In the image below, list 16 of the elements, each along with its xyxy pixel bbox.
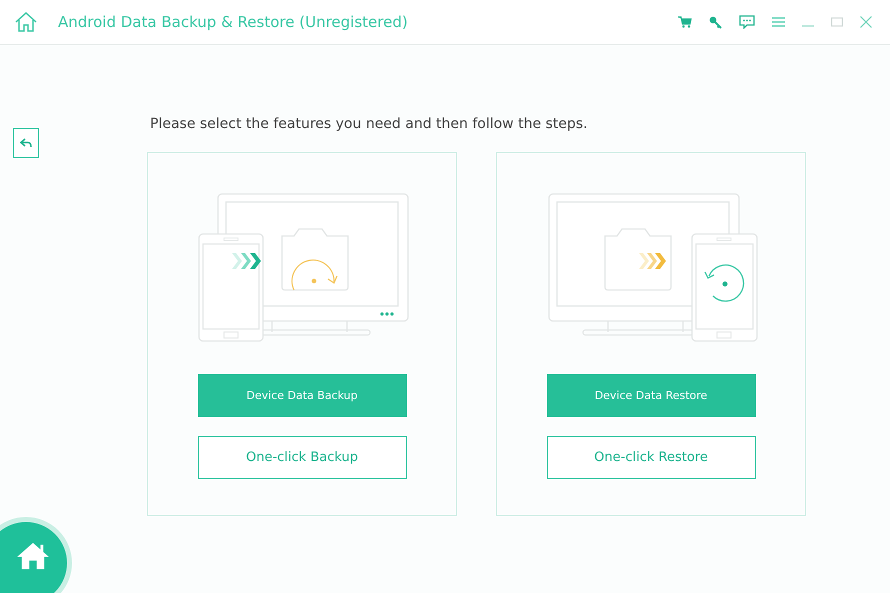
maximize-icon[interactable] xyxy=(831,17,843,27)
cart-icon[interactable] xyxy=(678,16,692,28)
instruction-text: Please select the features you need and then follow the steps. xyxy=(150,115,588,133)
primary-action-button[interactable]: Device Data Restore xyxy=(546,374,756,417)
menu-icon[interactable] xyxy=(772,17,785,27)
secondary-action-button[interactable]: One-click Backup xyxy=(198,436,406,479)
back-arrow-icon xyxy=(20,138,32,148)
key-icon[interactable] xyxy=(709,16,722,28)
chat-icon[interactable] xyxy=(739,15,755,29)
back-button[interactable] xyxy=(13,128,39,158)
secondary-action-button[interactable]: One-click Restore xyxy=(546,436,756,479)
home-icon[interactable] xyxy=(14,11,38,33)
house-icon xyxy=(16,542,50,570)
close-icon[interactable] xyxy=(860,16,872,28)
primary-action-button[interactable]: Device Data Backup xyxy=(198,374,406,417)
window-title: Android Data Backup & Restore (Unregistered) xyxy=(58,13,408,31)
